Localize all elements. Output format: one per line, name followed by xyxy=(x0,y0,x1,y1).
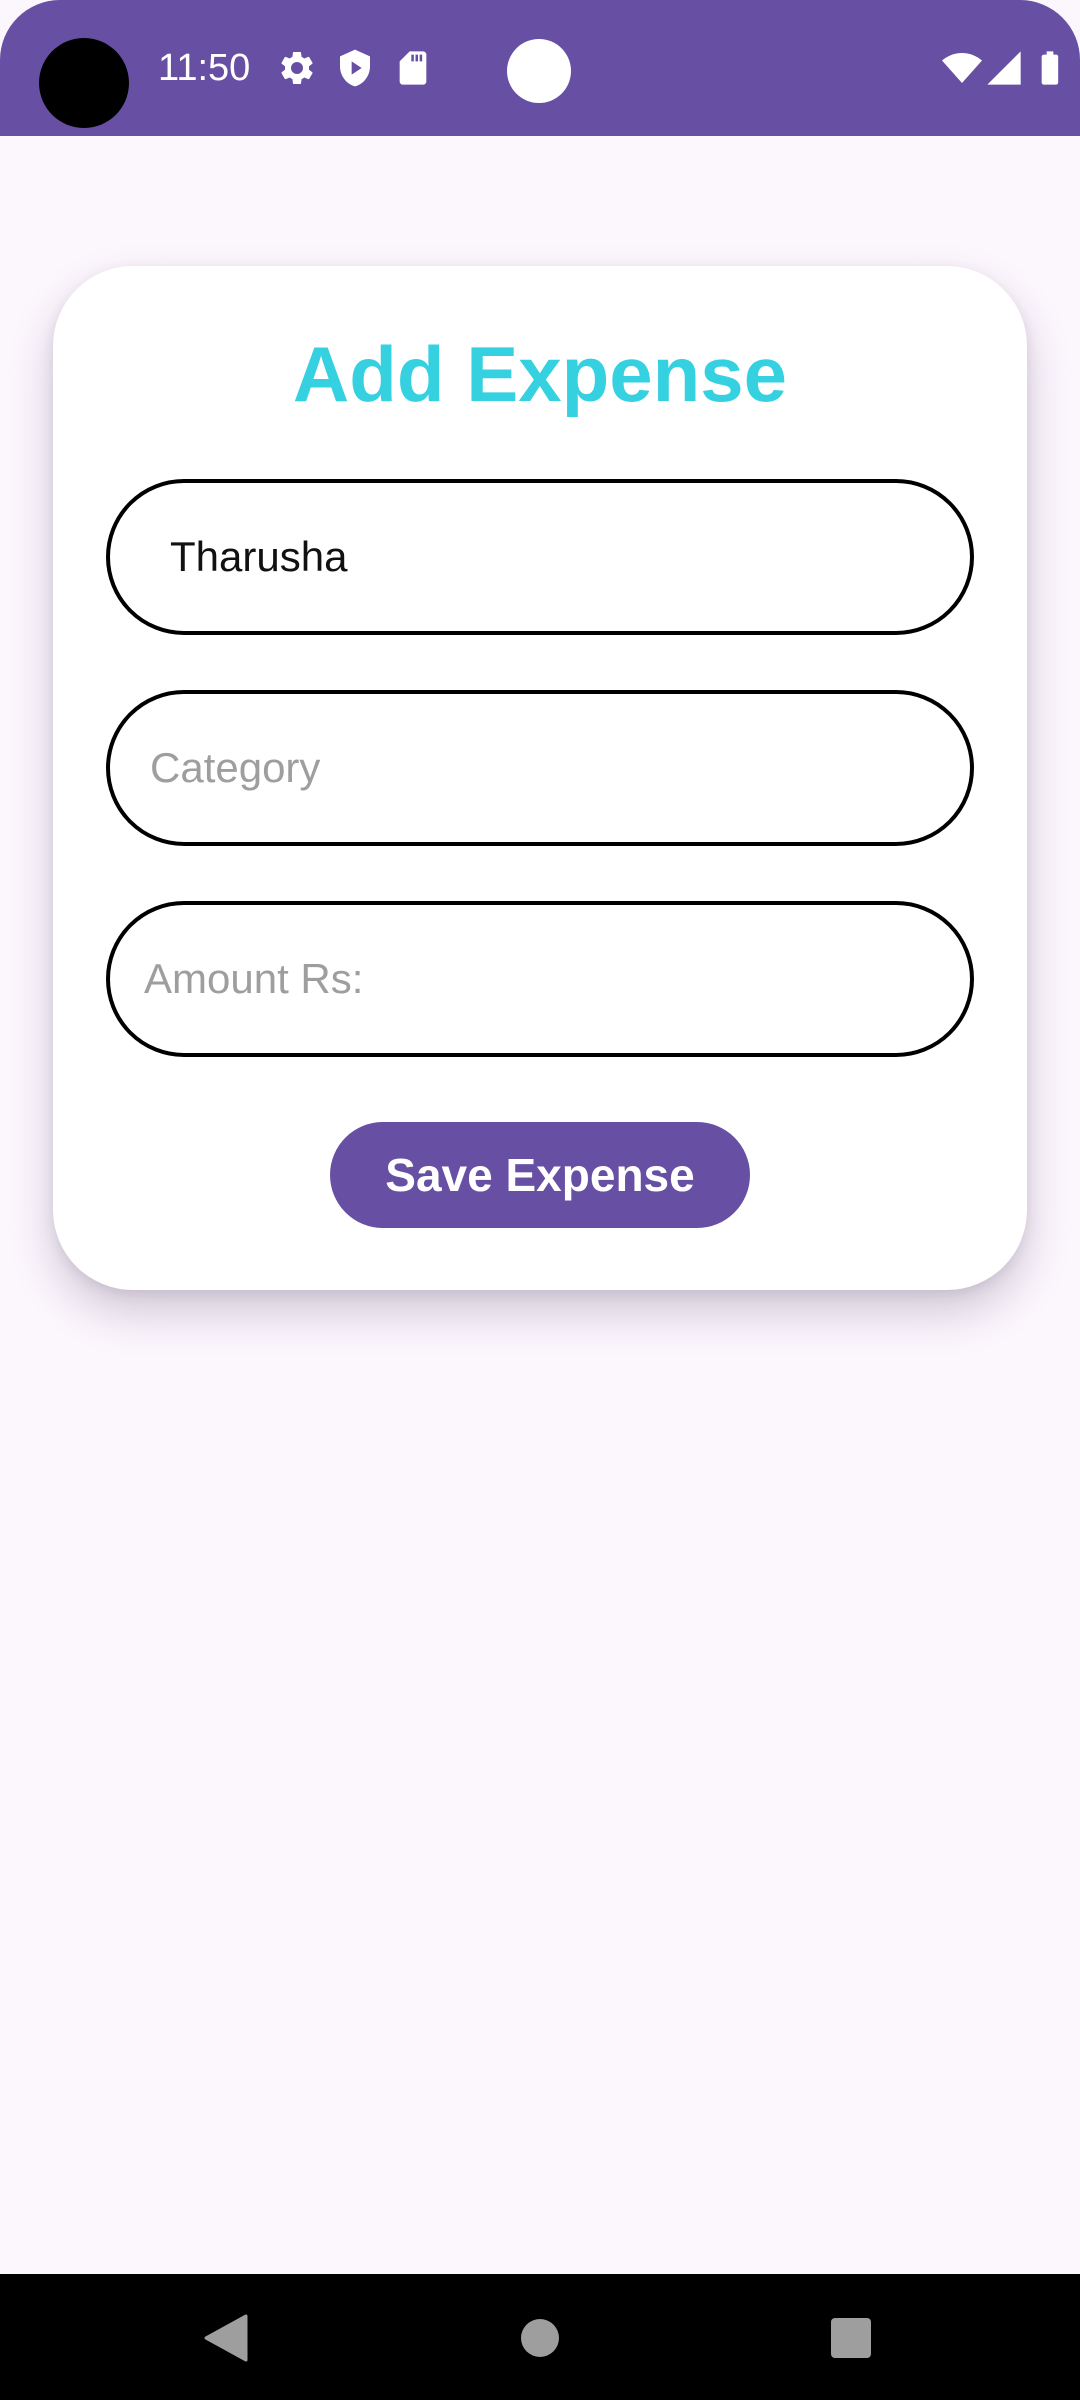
back-icon[interactable] xyxy=(204,2314,248,2362)
add-expense-card: Add Expense Tharusha Category Amount Rs:… xyxy=(53,266,1027,1290)
status-dot xyxy=(507,39,571,103)
sd-card-icon xyxy=(399,51,427,85)
name-input[interactable]: Tharusha xyxy=(106,479,974,635)
status-bar: 11:50 xyxy=(0,0,1080,136)
wifi-icon xyxy=(942,53,982,83)
status-time: 11:50 xyxy=(158,47,251,89)
save-expense-button[interactable]: Save Expense xyxy=(330,1122,750,1228)
camera-cutout xyxy=(39,38,129,128)
recents-icon[interactable] xyxy=(831,2318,871,2358)
gear-icon xyxy=(281,51,313,84)
home-icon[interactable] xyxy=(521,2319,559,2357)
expense-screen: 11:50 Add Expense Tharusha Category Amou… xyxy=(0,0,1080,2400)
shield-play-icon xyxy=(340,49,370,87)
form-title: Add Expense xyxy=(292,330,788,418)
signal-icon xyxy=(987,51,1021,85)
battery-icon xyxy=(1041,51,1059,85)
category-input[interactable]: Category xyxy=(106,690,974,846)
amount-input[interactable]: Amount Rs: xyxy=(106,901,974,1057)
navigation-bar xyxy=(0,2274,1080,2400)
